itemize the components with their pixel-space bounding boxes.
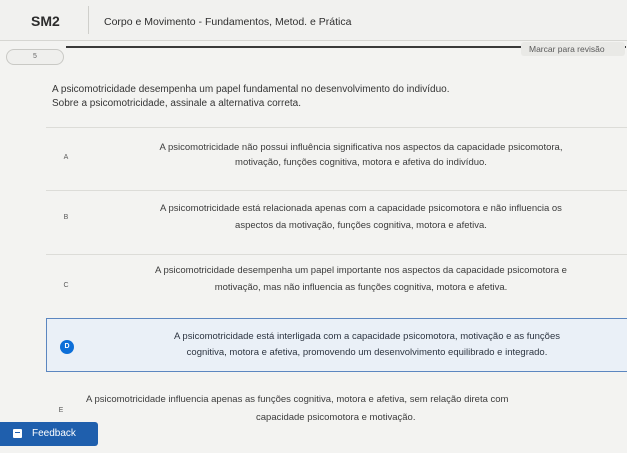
course-header: SM2 Corpo e Movimento - Fundamentos, Met… (0, 0, 627, 41)
option-letter: B (63, 214, 69, 221)
option-c[interactable]: C A psicomotricidade desempenha um papel… (46, 254, 627, 312)
option-text-line-2: motivação, mas não influencia as funções… (214, 282, 508, 293)
question-number: 5 (6, 49, 64, 65)
option-text-line-1: A psicomotricidade influencia apenas as … (86, 394, 509, 405)
option-text-line-2: cognitiva, motora e afetiva, promovendo … (186, 347, 548, 358)
exam-page: SM2 Corpo e Movimento - Fundamentos, Met… (0, 0, 627, 453)
option-letter: D (60, 340, 74, 354)
question-stem-line-2: Sobre a psicomotricidade, assinale a alt… (52, 98, 302, 109)
feedback-label: Feedback (32, 428, 76, 439)
option-text-line-2: aspectos da motivação, funções cognitiva… (235, 220, 487, 231)
option-b[interactable]: B A psicomotricidade está relacionada ap… (46, 190, 627, 250)
option-text-line-1: A psicomotricidade não possui influência… (159, 142, 563, 153)
feedback-button[interactable]: Feedback (0, 422, 98, 446)
mark-for-review-button[interactable]: Marcar para revisão (521, 42, 625, 56)
question-stem-line-1: A psicomotricidade desempenha um papel f… (52, 84, 450, 95)
option-d[interactable]: D A psicomotricidade está interligada co… (46, 318, 627, 372)
course-title: Corpo e Movimento - Fundamentos, Metod. … (104, 16, 352, 28)
option-letter: A (63, 154, 69, 161)
course-code: SM2 (31, 13, 60, 29)
option-text-line-1: A psicomotricidade desempenha um papel i… (155, 265, 567, 276)
option-text-line-1: A psicomotricidade está interligada com … (173, 331, 561, 342)
header-divider (88, 6, 89, 34)
feedback-icon (13, 429, 22, 438)
option-letter: E (58, 407, 64, 414)
option-text-line-2: motivação, funções cognitiva, motora e a… (235, 157, 487, 168)
option-text-line-1: A psicomotricidade está relacionada apen… (160, 203, 562, 214)
option-letter: C (63, 282, 69, 289)
option-e[interactable]: E A psicomotricidade influencia apenas a… (46, 386, 627, 440)
option-text-line-2: capacidade psicomotora e motivação. (256, 412, 416, 423)
option-a[interactable]: A A psicomotricidade não possui influênc… (46, 127, 627, 184)
